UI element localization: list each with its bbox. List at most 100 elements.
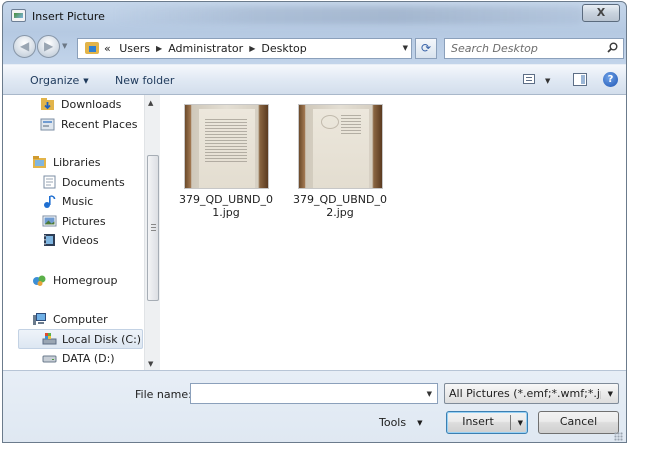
dialog-footer: File name: ▼ All Pictures (*.emf;*.wmf;*… <box>3 370 626 442</box>
organize-label: Organize <box>30 74 80 87</box>
breadcrumb-administrator[interactable]: Administrator <box>168 42 243 55</box>
refresh-button[interactable]: ⟳ <box>415 38 437 59</box>
nav-item-pictures[interactable]: Pictures <box>3 212 144 232</box>
forward-arrow-icon: ▶ <box>44 39 54 53</box>
address-bar[interactable]: « Users ▶ Administrator ▶ Desktop ▼ <box>77 38 412 59</box>
cancel-button[interactable]: Cancel <box>538 411 619 434</box>
navigation-scrollbar[interactable]: ▲ ▼ <box>144 95 160 370</box>
search-box[interactable] <box>444 38 624 59</box>
nav-item-homegroup[interactable]: Homegroup <box>3 271 144 291</box>
search-icon[interactable] <box>607 42 618 53</box>
nav-label-local-disk: Local Disk (C:) <box>62 333 142 346</box>
background-blur <box>113 6 583 24</box>
scroll-up-icon[interactable]: ▲ <box>148 99 153 107</box>
nav-item-data-d[interactable]: DATA (D:) <box>3 349 144 369</box>
nav-item-downloads[interactable]: Downloads <box>3 95 144 115</box>
nav-item-libraries[interactable]: Libraries <box>3 153 144 173</box>
breadcrumb-users[interactable]: Users <box>119 42 150 55</box>
recent-places-icon <box>40 118 55 131</box>
dialog-body: Downloads Recent Places Libraries Docume… <box>3 95 626 370</box>
picture-app-icon <box>11 9 26 22</box>
nav-label-data-d: DATA (D:) <box>62 352 115 365</box>
nav-label-documents: Documents <box>62 176 125 189</box>
nav-label-computer: Computer <box>53 313 108 326</box>
tools-menu[interactable]: Tools ▼ <box>379 416 423 429</box>
file-type-select[interactable]: All Pictures (*.emf;*.wmf;*.jpg;* ▼ <box>444 383 619 404</box>
nav-item-recent-places[interactable]: Recent Places <box>3 115 144 135</box>
change-view-icon[interactable] <box>523 74 535 84</box>
help-icon[interactable]: ? <box>603 72 618 87</box>
homegroup-icon <box>33 275 46 286</box>
nav-label-videos: Videos <box>62 234 99 247</box>
drive-icon <box>42 355 57 363</box>
recent-pages-dropdown-icon[interactable]: ▼ <box>62 42 67 50</box>
nav-label-pictures: Pictures <box>62 215 106 228</box>
nav-label-recent-places: Recent Places <box>61 118 138 131</box>
tools-label: Tools <box>379 416 407 429</box>
navigation-pane: Downloads Recent Places Libraries Docume… <box>3 95 160 370</box>
resize-grip-icon[interactable] <box>614 432 623 441</box>
command-bar: Organize ▼ New folder ▼ ? <box>3 64 626 95</box>
forward-button[interactable]: ▶ <box>37 35 60 58</box>
desktop-folder-icon <box>85 42 99 54</box>
file-type-value: All Pictures (*.emf;*.wmf;*.jpg;* <box>449 387 601 400</box>
file-name: 379_QD_UBND_0 2.jpg <box>293 193 387 219</box>
nav-label-homegroup: Homegroup <box>53 274 118 287</box>
view-dropdown-icon[interactable]: ▼ <box>545 77 550 85</box>
scroll-thumb[interactable] <box>147 155 159 301</box>
nav-item-documents[interactable]: Documents <box>3 173 144 193</box>
file-name: 379_QD_UBND_0 1.jpg <box>179 193 273 219</box>
file-name-input[interactable] <box>195 386 415 401</box>
pictures-icon <box>42 215 57 227</box>
nav-label-downloads: Downloads <box>61 98 122 111</box>
file-name-dropdown-icon[interactable]: ▼ <box>427 390 432 398</box>
nav-item-local-disk-c[interactable]: Local Disk (C:) <box>18 329 143 349</box>
back-button[interactable]: ◀ <box>13 35 36 58</box>
address-dropdown-icon[interactable]: ▼ <box>403 44 408 52</box>
breadcrumb-separator-icon[interactable]: ▶ <box>156 44 162 53</box>
insert-picture-dialog: Insert Picture X ◀ ▶ ▼ « Users ▶ Administr… <box>2 1 627 443</box>
nav-item-videos[interactable]: Videos <box>3 231 144 251</box>
videos-icon <box>44 234 55 246</box>
file-type-dropdown-icon: ▼ <box>607 390 613 398</box>
title-bar[interactable]: Insert Picture X <box>3 2 626 30</box>
tools-dropdown-icon: ▼ <box>417 419 423 427</box>
close-icon: X <box>596 6 606 19</box>
window-title: Insert Picture <box>32 10 105 23</box>
insert-label: Insert <box>462 415 494 428</box>
file-item[interactable]: 379_QD_UBND_0 2.jpg <box>288 103 388 223</box>
scroll-down-icon[interactable]: ▼ <box>148 360 153 368</box>
breadcrumb-separator-icon[interactable]: ▶ <box>249 44 255 53</box>
nav-label-music: Music <box>62 195 94 208</box>
computer-icon <box>33 313 46 325</box>
back-arrow-icon: ◀ <box>20 39 30 53</box>
close-button[interactable]: X <box>582 4 620 22</box>
documents-icon <box>43 175 56 189</box>
breadcrumb-overflow[interactable]: « <box>104 42 111 55</box>
file-name-label: File name: <box>135 388 192 401</box>
image-thumbnail <box>298 104 383 189</box>
insert-options-dropdown-icon[interactable]: ▼ <box>518 413 523 433</box>
file-list: 379_QD_UBND_0 1.jpg 379_QD_UBND_0 2.jpg <box>160 95 626 370</box>
nav-item-computer[interactable]: Computer <box>3 310 144 330</box>
file-item[interactable]: 379_QD_UBND_0 1.jpg <box>174 103 274 223</box>
organize-menu[interactable]: Organize ▼ <box>30 74 89 87</box>
refresh-icon: ⟳ <box>420 41 432 55</box>
file-name-combobox[interactable]: ▼ <box>190 383 438 404</box>
organize-dropdown-icon: ▼ <box>83 77 89 85</box>
insert-button[interactable]: Insert ▼ <box>446 411 528 434</box>
breadcrumb: « Users ▶ Administrator ▶ Desktop <box>104 42 307 55</box>
libraries-icon <box>33 156 46 168</box>
scroll-grip-icon <box>151 224 156 231</box>
preview-pane-icon[interactable] <box>573 73 587 86</box>
image-thumbnail <box>184 104 269 189</box>
nav-label-libraries: Libraries <box>53 156 101 169</box>
local-disk-icon <box>42 333 57 345</box>
search-input[interactable] <box>451 41 596 56</box>
downloads-icon <box>41 98 54 110</box>
split-divider <box>510 415 511 430</box>
music-icon <box>44 195 56 208</box>
breadcrumb-desktop[interactable]: Desktop <box>261 42 306 55</box>
new-folder-button[interactable]: New folder <box>115 74 174 87</box>
nav-item-music[interactable]: Music <box>3 192 144 212</box>
